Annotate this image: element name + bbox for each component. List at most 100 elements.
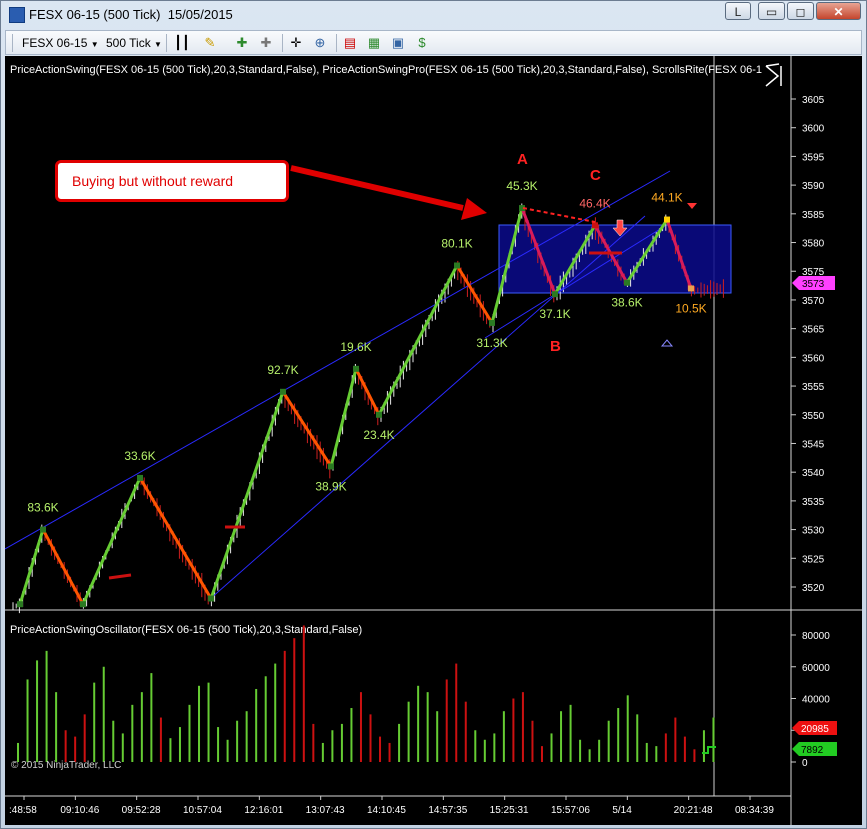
- swing-line: [138, 477, 213, 600]
- price-tick-label: 3535: [802, 497, 825, 508]
- minimize-button[interactable]: ▭: [758, 2, 785, 20]
- oscillator-bar: [474, 730, 477, 762]
- swing-point-marker: [552, 291, 558, 298]
- strategy-icon[interactable]: ✚: [258, 35, 274, 51]
- oscillator-bar: [102, 666, 105, 762]
- toolbar-separator: [336, 34, 337, 52]
- oscillator-bars: [17, 625, 716, 762]
- time-tick-label: 09:10:46: [60, 805, 99, 816]
- swing-volume-label: 46.4K: [579, 196, 610, 210]
- time-axis[interactable]: :48:58 09:10:46 09:52:28 10:57:04 12:16:01 13…: [9, 796, 774, 816]
- oscillator-bar: [178, 727, 181, 762]
- zoom-icon[interactable]: ⊕: [312, 35, 328, 51]
- oscillator-bar: [379, 736, 382, 762]
- oscillator-bar: [426, 692, 429, 762]
- toolbar-separator: [282, 34, 283, 52]
- swing-point-marker: [454, 262, 460, 269]
- oscillator-red-value: 20985: [801, 724, 829, 735]
- osc-tick-label: 40000: [802, 695, 830, 706]
- chart-trader-icon[interactable]: ▣: [390, 35, 406, 51]
- swing-volume-label: 37.1K: [539, 307, 570, 321]
- swing-line: [41, 528, 85, 605]
- main-indicator-label: PriceActionSwing(FESX 06-15 (500 Tick),2…: [10, 64, 768, 76]
- osc-tick-label: 80000: [802, 631, 830, 642]
- oscillator-bar: [312, 723, 315, 762]
- swing-point-marker: [328, 463, 334, 470]
- swing-point-marker: [664, 216, 670, 223]
- scroll-right-icon[interactable]: [762, 63, 786, 88]
- oscillator-bar: [683, 736, 686, 762]
- price-tick-label: 3530: [802, 526, 825, 537]
- oscillator-bar: [674, 717, 677, 762]
- swing-point-marker: [489, 319, 495, 326]
- order-icon[interactable]: $: [414, 35, 430, 51]
- interval-label: 500 Tick: [106, 36, 151, 50]
- price-tick-label: 3555: [802, 382, 825, 393]
- oscillator-bar: [302, 625, 305, 762]
- oscillator-green-value: 7892: [801, 745, 824, 756]
- oscillator-bar: [293, 638, 296, 762]
- price-axis[interactable]: 3520 3525 3530 3535 3540 3545 3550 3555 3560 3565…: [791, 95, 825, 594]
- interval-selector[interactable]: 500 Tick ▼: [106, 34, 162, 52]
- chart-panel[interactable]: PriceActionSwing(FESX 06-15 (500 Tick),2…: [5, 56, 862, 825]
- price-tick-label: 3560: [802, 353, 825, 364]
- time-tick-label: 20:21:48: [674, 805, 713, 816]
- swing-point-marker: [40, 526, 46, 533]
- oscillator-bar: [131, 704, 134, 762]
- maximize-button[interactable]: ◻: [787, 2, 814, 20]
- bar-type-icon[interactable]: ┃┃: [174, 35, 190, 51]
- instrument-selector[interactable]: FESX 06-15 ▼: [22, 34, 99, 52]
- time-tick-label: 08:34:39: [735, 805, 774, 816]
- oscillator-bar: [359, 692, 362, 762]
- time-tick-label: 14:57:35: [428, 805, 467, 816]
- oscillator-bar: [445, 679, 448, 762]
- crosshair-icon[interactable]: ✛: [288, 35, 304, 51]
- oscillator-bar: [340, 723, 343, 762]
- oscillator-bar: [245, 711, 248, 762]
- swing-volume-label: 80.1K: [441, 236, 472, 250]
- close-button[interactable]: ✕: [816, 2, 861, 20]
- oscillator-bar: [45, 650, 48, 762]
- time-tick-label: 5/14: [612, 805, 632, 816]
- oscillator-bar: [502, 711, 505, 762]
- oscillator-bar: [226, 739, 229, 762]
- oscillator-bar: [159, 717, 162, 762]
- annotation-callout[interactable]: Buying but without reward: [55, 160, 289, 202]
- oscillator-bar: [407, 701, 410, 762]
- chevron-down-icon: ▼: [90, 40, 99, 49]
- swing-volume-label: 38.6K: [611, 296, 642, 310]
- swing-volume-label: 38.9K: [315, 479, 346, 493]
- link-button[interactable]: L: [725, 2, 751, 20]
- chart-style-icon[interactable]: ▤: [342, 35, 358, 51]
- chart-toolbar: FESX 06-15 ▼ 500 Tick ▼ ┃┃ ✎ ✚ ✚ ✛ ⊕ ▤ ▦…: [5, 30, 862, 55]
- add-indicator-icon[interactable]: ✚: [234, 35, 250, 51]
- point-b-label: B: [550, 338, 561, 355]
- swing-point-marker: [280, 388, 286, 395]
- oscillator-bar: [112, 720, 115, 762]
- time-tick-label: 13:07:43: [306, 805, 345, 816]
- oscillator-bar: [588, 749, 591, 762]
- price-tick-label: 3600: [802, 124, 825, 135]
- price-tick-label: 3545: [802, 439, 825, 450]
- price-tick-label: 3540: [802, 468, 825, 479]
- swing-volume-label: 83.6K: [27, 501, 58, 515]
- price-tick-label: 3585: [802, 210, 825, 221]
- time-tick-label: :48:58: [9, 805, 37, 816]
- data-box-icon[interactable]: ▦: [366, 35, 382, 51]
- oscillator-bar: [350, 708, 353, 762]
- chevron-down-icon: ▼: [154, 40, 162, 49]
- swing-point-marker: [353, 365, 359, 372]
- swing-line: [209, 391, 285, 599]
- marker-dash: [108, 573, 132, 580]
- callout-arrow-head-icon: [461, 198, 487, 220]
- oscillator-bar: [493, 733, 496, 762]
- callout-arrow-line: [290, 165, 464, 211]
- oscillator-bar: [626, 695, 629, 762]
- price-tick-label: 3605: [802, 95, 825, 106]
- oscillator-bar: [388, 742, 391, 762]
- ninjatrader-app-icon: [9, 7, 25, 23]
- oscillator-bar: [198, 685, 201, 762]
- drawing-pencil-icon[interactable]: ✎: [202, 35, 218, 51]
- oscillator-bar: [607, 720, 610, 762]
- osc-tick-label: 0: [802, 758, 808, 769]
